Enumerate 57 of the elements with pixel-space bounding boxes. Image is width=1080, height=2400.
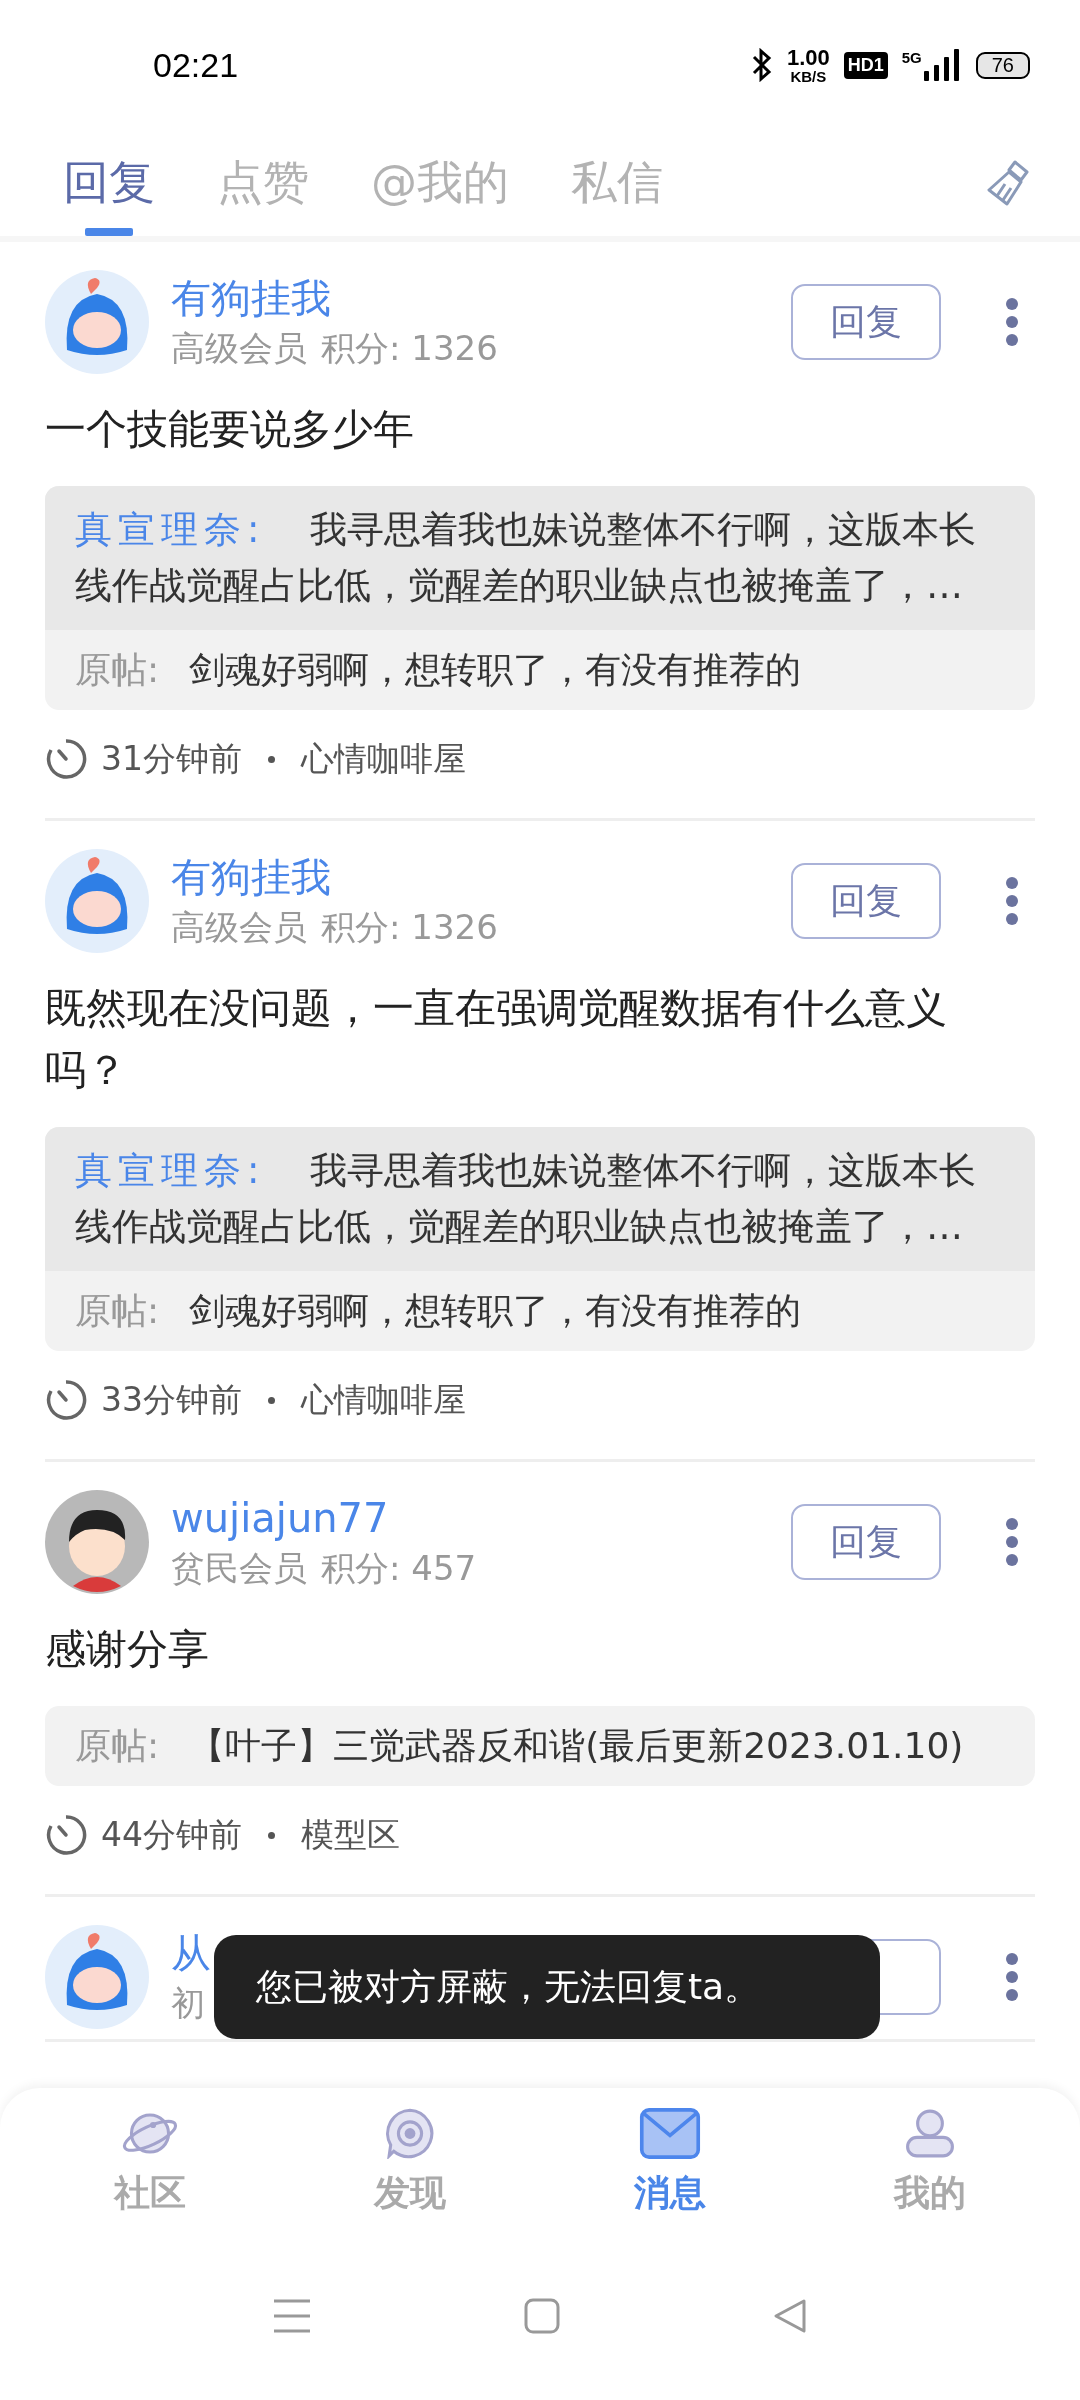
user-name[interactable]: 从 xyxy=(171,1927,211,1979)
more-icon[interactable] xyxy=(1005,876,1019,926)
more-icon[interactable] xyxy=(1005,1517,1019,1567)
reply-text: 一个技能要说多少年 xyxy=(45,404,415,455)
nav-tab[interactable]: 我的 xyxy=(830,2108,1030,2218)
network-speed: 1.00 xyxy=(786,46,830,69)
signal-icon xyxy=(921,47,962,83)
reply-button[interactable]: 回复 xyxy=(791,863,941,939)
quoted-comment[interactable]: 真宣理奈: 我寻思着我也妹说整体不行啊，这版本长线作战觉醒占比低，觉醒差的职业缺点也被掩盖了，… xyxy=(45,1127,1035,1271)
hd-badge: HD1 xyxy=(843,51,888,79)
more-icon[interactable] xyxy=(1005,297,1019,347)
bluetooth-icon xyxy=(750,48,773,82)
clock-icon xyxy=(45,1379,87,1421)
avatar[interactable] xyxy=(45,1490,149,1594)
blocked-toast: 您已被对方屏蔽，无法回复ta。 xyxy=(214,1935,880,2039)
member-level: 高级会员 xyxy=(171,327,307,370)
post-time: 31分钟前 xyxy=(101,737,242,780)
board-name[interactable]: 心情咖啡屋 xyxy=(301,736,466,782)
points: 积分: 1326 xyxy=(321,906,498,949)
separator-dot xyxy=(268,1831,275,1839)
clock-icon xyxy=(45,1814,87,1856)
nav-tab[interactable]: 消息 xyxy=(570,2108,770,2218)
member-level: 高级会员 xyxy=(171,906,307,949)
home-icon[interactable] xyxy=(524,2298,560,2334)
separator-dot xyxy=(268,755,275,763)
nav-tab[interactable]: 发现 xyxy=(310,2108,510,2218)
status-time: 02:21 xyxy=(153,45,239,85)
original-post[interactable]: 原帖: 剑魂好弱啊，想转职了，有没有推荐的 xyxy=(45,630,1035,710)
user-name[interactable]: 有狗挂我 xyxy=(171,851,331,903)
member-level: 贫民会员 xyxy=(171,1547,307,1590)
original-post[interactable]: 原帖: 【叶子】三觉武器反和谐(最后更新2023.01.10) xyxy=(45,1706,1035,1786)
nav-tab[interactable]: 社区 xyxy=(50,2108,250,2218)
reply-text: 既然现在没问题，一直在强调觉醒数据有什么意义吗？ xyxy=(45,983,948,1096)
mail-icon xyxy=(637,2108,703,2159)
member-level: 初 xyxy=(171,1982,205,2025)
reply-button[interactable]: 回复 xyxy=(791,284,941,360)
post-time: 44分钟前 xyxy=(101,1813,242,1856)
quoted-comment[interactable]: 真宣理奈: 我寻思着我也妹说整体不行啊，这版本长线作战觉醒占比低，觉醒差的职业缺点也被掩盖了，… xyxy=(45,486,1035,630)
reply-button[interactable]: 回复 xyxy=(791,1504,941,1580)
board-name[interactable]: 模型区 xyxy=(301,1812,400,1858)
points: 积分: 457 xyxy=(321,1547,477,1590)
network-type: 5G xyxy=(901,48,922,66)
separator-dot xyxy=(268,1396,275,1404)
user-name[interactable]: 有狗挂我 xyxy=(171,272,331,324)
reply-text: 感谢分享 xyxy=(45,1624,210,1675)
speed-unit: KB/S xyxy=(790,68,827,84)
board-name[interactable]: 心情咖啡屋 xyxy=(301,1377,466,1423)
more-icon[interactable] xyxy=(1005,1952,1019,2002)
post-time: 33分钟前 xyxy=(101,1378,242,1421)
points: 积分: 1326 xyxy=(321,327,498,370)
battery-indicator: 76 xyxy=(975,51,1030,79)
clock-icon xyxy=(45,738,87,780)
back-icon[interactable] xyxy=(772,2298,808,2334)
menu-icon[interactable] xyxy=(272,2298,312,2334)
user-name[interactable]: wujiajun77 xyxy=(171,1492,389,1544)
tab[interactable]: 回复 xyxy=(63,130,155,236)
original-post[interactable]: 原帖: 剑魂好弱啊，想转职了，有没有推荐的 xyxy=(45,1271,1035,1351)
